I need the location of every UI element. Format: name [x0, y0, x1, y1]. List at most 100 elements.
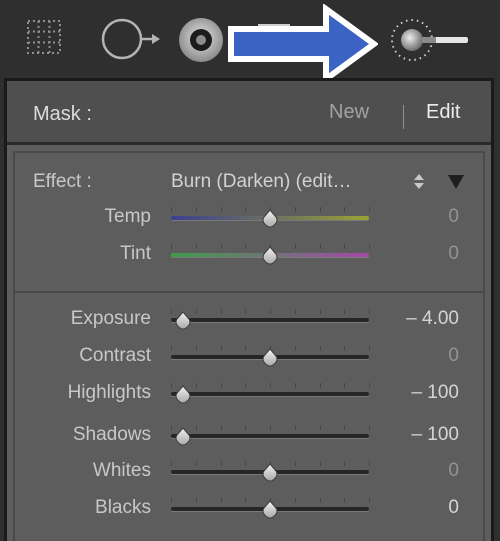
slider-tick	[221, 309, 222, 314]
slider-ticks	[171, 383, 370, 389]
slider-tick	[369, 309, 370, 314]
adjustment-brush-tool[interactable]	[386, 14, 476, 66]
slider-tick	[320, 498, 321, 503]
slider-label: Highlights	[67, 382, 151, 403]
slider-tick	[171, 425, 172, 430]
slider-tick	[295, 346, 296, 351]
slider-tick	[221, 383, 222, 388]
slider-tick	[221, 207, 222, 212]
slider-tick	[295, 309, 296, 314]
slider-label: Tint	[120, 243, 151, 264]
slider-tick	[344, 207, 345, 212]
slider-track[interactable]	[171, 392, 369, 396]
slider-tick	[196, 346, 197, 351]
slider-value[interactable]: 0	[448, 460, 459, 482]
slider-tick	[344, 498, 345, 503]
mask-label: Mask :	[33, 103, 92, 125]
slider-value[interactable]: 0	[448, 206, 459, 228]
slider-tick	[320, 346, 321, 351]
slider-tick	[295, 244, 296, 249]
slider-tick	[196, 383, 197, 388]
slider-value[interactable]: 0	[448, 345, 459, 367]
slider-tick	[369, 498, 370, 503]
spot-removal-tool[interactable]	[100, 17, 164, 61]
slider-tick	[320, 309, 321, 314]
slider-tick	[369, 383, 370, 388]
tool-strip	[0, 0, 500, 84]
slider-tick	[344, 461, 345, 466]
slider-value[interactable]: 0	[448, 243, 459, 265]
slider-tick	[196, 207, 197, 212]
crop-overlay-tool[interactable]	[24, 17, 64, 57]
slider-tick	[221, 498, 222, 503]
slider-tick	[245, 425, 246, 430]
section-divider	[15, 291, 485, 293]
slider-value[interactable]: 0	[448, 497, 459, 519]
slider-tick	[245, 309, 246, 314]
slider-tick	[344, 244, 345, 249]
slider-label: Shadows	[72, 424, 151, 445]
adjustment-brush-icon	[391, 19, 468, 61]
slider-tick	[245, 346, 246, 351]
slider-tick	[369, 346, 370, 351]
slider-tick	[171, 383, 172, 388]
slider-label: Exposure	[70, 308, 151, 329]
slider-track[interactable]	[171, 318, 369, 322]
slider-tick	[295, 498, 296, 503]
slider-label: Whites	[92, 460, 151, 481]
slider-row-whites: Whites 0	[7, 457, 487, 487]
crop-overlay-icon	[27, 20, 61, 54]
collapse-triangle-icon[interactable]	[447, 174, 465, 190]
slider-tick	[245, 383, 246, 388]
local-adjustments-panel: Mask : New Edit Effect : Burn (Darken) (…	[0, 0, 500, 541]
slider-tick	[171, 309, 172, 314]
slider-tick	[221, 244, 222, 249]
slider-tick	[295, 383, 296, 388]
slider-tick	[369, 425, 370, 430]
slider-tick	[344, 309, 345, 314]
effect-preset-dropdown[interactable]: Burn (Darken) (edit…	[171, 171, 352, 193]
slider-tick	[196, 498, 197, 503]
slider-tick	[196, 309, 197, 314]
slider-ticks	[171, 309, 370, 315]
slider-tick	[369, 207, 370, 212]
slider-label: Contrast	[79, 345, 151, 366]
slider-value[interactable]: – 100	[411, 382, 459, 404]
slider-tick	[171, 207, 172, 212]
mask-new-button[interactable]: New	[329, 101, 369, 124]
slider-row-shadows: Shadows – 100	[7, 421, 487, 451]
slider-tick	[270, 383, 271, 388]
slider-tick	[344, 346, 345, 351]
mask-edit-button[interactable]: Edit	[426, 101, 460, 124]
slider-tick	[344, 383, 345, 388]
slider-row-blacks: Blacks 0	[7, 494, 487, 524]
slider-tick	[270, 309, 271, 314]
slider-label: Blacks	[95, 497, 151, 518]
slider-track[interactable]	[171, 434, 369, 438]
slider-tick	[221, 425, 222, 430]
slider-tick	[320, 207, 321, 212]
dropdown-updown-icon[interactable]	[413, 171, 425, 191]
slider-tick	[320, 425, 321, 430]
slider-tick	[295, 425, 296, 430]
slider-value[interactable]: – 4.00	[406, 308, 459, 330]
slider-tick	[295, 461, 296, 466]
slider-tick	[221, 461, 222, 466]
effect-label: Effect :	[33, 171, 92, 192]
slider-tick	[270, 425, 271, 430]
slider-tick	[196, 244, 197, 249]
slider-tick	[221, 346, 222, 351]
slider-tick	[245, 461, 246, 466]
red-eye-tool[interactable]	[176, 15, 226, 65]
mask-separator	[403, 105, 404, 129]
red-eye-icon	[179, 18, 223, 62]
slider-value[interactable]: – 100	[411, 424, 459, 446]
slider-label: Temp	[104, 206, 151, 227]
slider-tick	[196, 425, 197, 430]
mask-header: Mask : New Edit	[7, 81, 491, 145]
slider-tick	[171, 244, 172, 249]
slider-tick	[171, 346, 172, 351]
slider-row-tint: Tint 0	[7, 240, 487, 270]
slider-tick	[369, 461, 370, 466]
spot-removal-icon	[101, 18, 160, 60]
